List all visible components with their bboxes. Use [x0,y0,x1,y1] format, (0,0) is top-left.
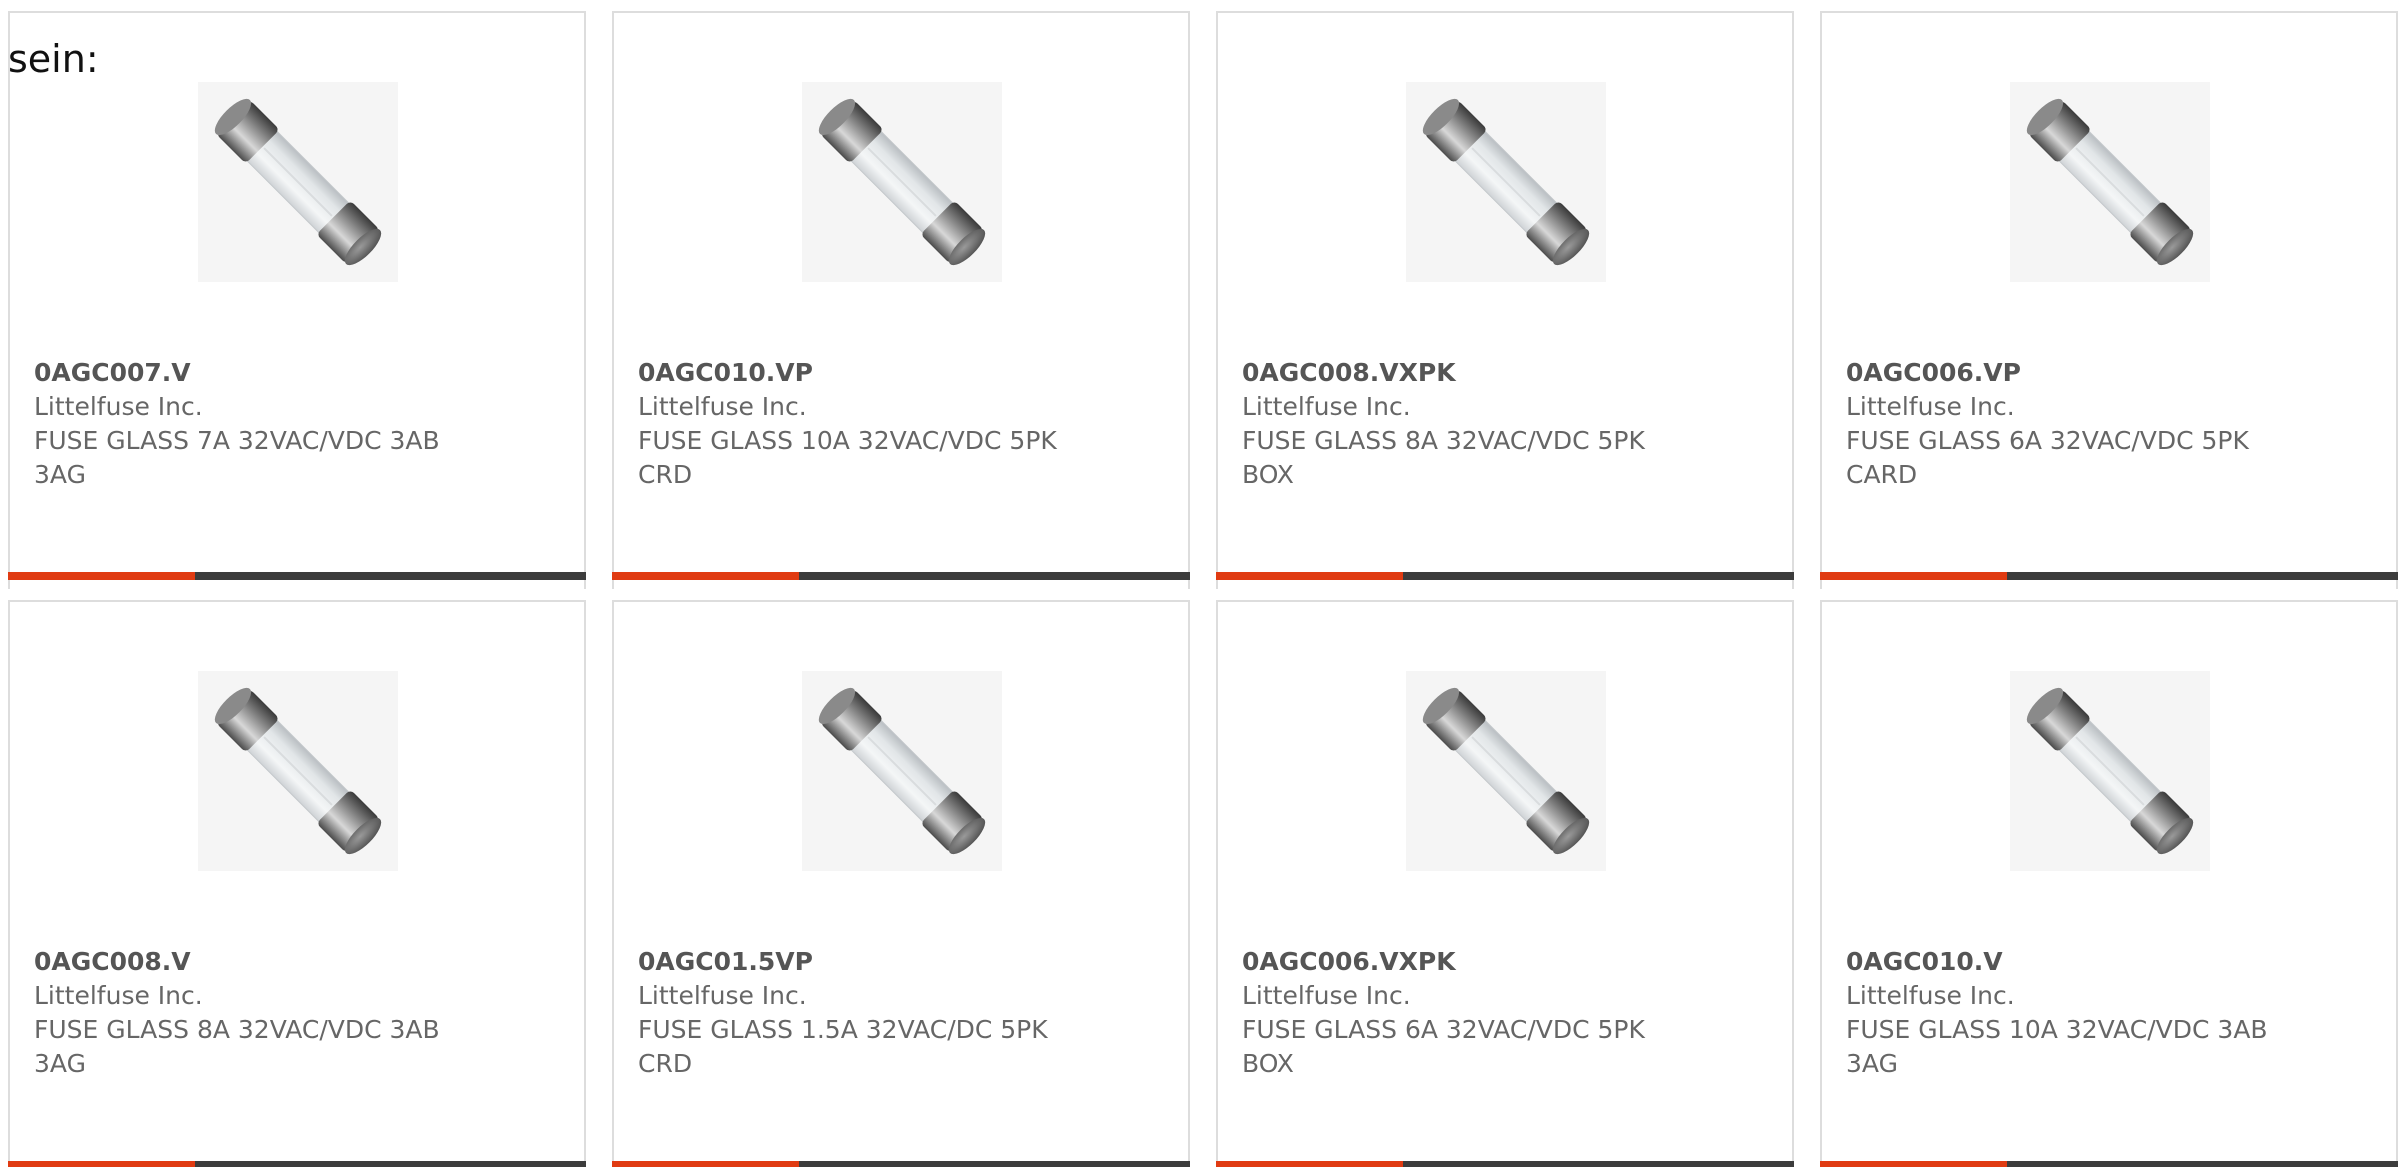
product-grid: 0AGC007.V Littelfuse Inc. FUSE GLASS 7A … [8,11,2400,1167]
manufacturer: Littelfuse Inc. [1242,981,1411,1010]
part-number[interactable]: 0AGC006.VXPK [1242,945,1702,979]
card-accent-bar [8,1161,195,1167]
card-bottom-bar [1820,572,2398,580]
product-info: 0AGC006.VP Littelfuse Inc. FUSE GLASS 6A… [1846,356,2306,492]
card-accent-bar [1216,1161,1403,1167]
card-accent-bar [612,1161,799,1167]
description: FUSE GLASS 6A 32VAC/VDC 5PK BOX [1242,1015,1645,1078]
manufacturer: Littelfuse Inc. [1242,392,1411,421]
glass-fuse-icon [2010,82,2210,282]
product-card[interactable]: 0AGC007.V Littelfuse Inc. FUSE GLASS 7A … [8,11,586,589]
product-card[interactable]: 0AGC006.VP Littelfuse Inc. FUSE GLASS 6A… [1820,11,2398,589]
manufacturer: Littelfuse Inc. [34,392,203,421]
glass-fuse-icon [1406,671,1606,871]
part-number[interactable]: 0AGC007.V [34,356,494,390]
glass-fuse-icon [198,671,398,871]
part-number[interactable]: 0AGC008.V [34,945,494,979]
product-card[interactable]: 0AGC010.V Littelfuse Inc. FUSE GLASS 10A… [1820,600,2398,1167]
product-info: 0AGC008.VXPK Littelfuse Inc. FUSE GLASS … [1242,356,1702,492]
card-accent-bar [8,572,195,580]
part-number[interactable]: 0AGC01.5VP [638,945,1098,979]
part-number[interactable]: 0AGC010.V [1846,945,2306,979]
glass-fuse-icon [802,82,1002,282]
glass-fuse-icon [1406,82,1606,282]
manufacturer: Littelfuse Inc. [638,392,807,421]
card-bottom-bar [1820,1161,2398,1167]
manufacturer: Littelfuse Inc. [34,981,203,1010]
card-bottom-bar [612,1161,1190,1167]
description: FUSE GLASS 8A 32VAC/VDC 5PK BOX [1242,426,1645,489]
manufacturer: Littelfuse Inc. [1846,981,2015,1010]
product-info: 0AGC010.VP Littelfuse Inc. FUSE GLASS 10… [638,356,1098,492]
description: FUSE GLASS 10A 32VAC/VDC 5PK CRD [638,426,1057,489]
part-number[interactable]: 0AGC006.VP [1846,356,2306,390]
description: FUSE GLASS 6A 32VAC/VDC 5PK CARD [1846,426,2249,489]
description: FUSE GLASS 8A 32VAC/VDC 3AB 3AG [34,1015,440,1078]
part-number[interactable]: 0AGC008.VXPK [1242,356,1702,390]
manufacturer: Littelfuse Inc. [1846,392,2015,421]
product-info: 0AGC01.5VP Littelfuse Inc. FUSE GLASS 1.… [638,945,1098,1081]
card-accent-bar [1216,572,1403,580]
description: FUSE GLASS 10A 32VAC/VDC 3AB 3AG [1846,1015,2268,1078]
card-accent-bar [1820,572,2007,580]
intro-text: sein: [8,37,99,81]
product-info: 0AGC010.V Littelfuse Inc. FUSE GLASS 10A… [1846,945,2306,1081]
card-accent-bar [1820,1161,2007,1167]
description: FUSE GLASS 1.5A 32VAC/DC 5PK CRD [638,1015,1048,1078]
product-card[interactable]: 0AGC01.5VP Littelfuse Inc. FUSE GLASS 1.… [612,600,1190,1167]
card-bottom-bar [8,1161,586,1167]
glass-fuse-icon [2010,671,2210,871]
card-bottom-bar [1216,1161,1794,1167]
product-card[interactable]: 0AGC008.VXPK Littelfuse Inc. FUSE GLASS … [1216,11,1794,589]
card-bottom-bar [8,572,586,580]
product-info: 0AGC008.V Littelfuse Inc. FUSE GLASS 8A … [34,945,494,1081]
product-info: 0AGC007.V Littelfuse Inc. FUSE GLASS 7A … [34,356,494,492]
description: FUSE GLASS 7A 32VAC/VDC 3AB 3AG [34,426,440,489]
card-accent-bar [612,572,799,580]
product-info: 0AGC006.VXPK Littelfuse Inc. FUSE GLASS … [1242,945,1702,1081]
card-bottom-bar [612,572,1190,580]
manufacturer: Littelfuse Inc. [638,981,807,1010]
part-number[interactable]: 0AGC010.VP [638,356,1098,390]
product-card[interactable]: 0AGC006.VXPK Littelfuse Inc. FUSE GLASS … [1216,600,1794,1167]
product-card[interactable]: 0AGC008.V Littelfuse Inc. FUSE GLASS 8A … [8,600,586,1167]
glass-fuse-icon [198,82,398,282]
card-bottom-bar [1216,572,1794,580]
product-card[interactable]: 0AGC010.VP Littelfuse Inc. FUSE GLASS 10… [612,11,1190,589]
glass-fuse-icon [802,671,1002,871]
